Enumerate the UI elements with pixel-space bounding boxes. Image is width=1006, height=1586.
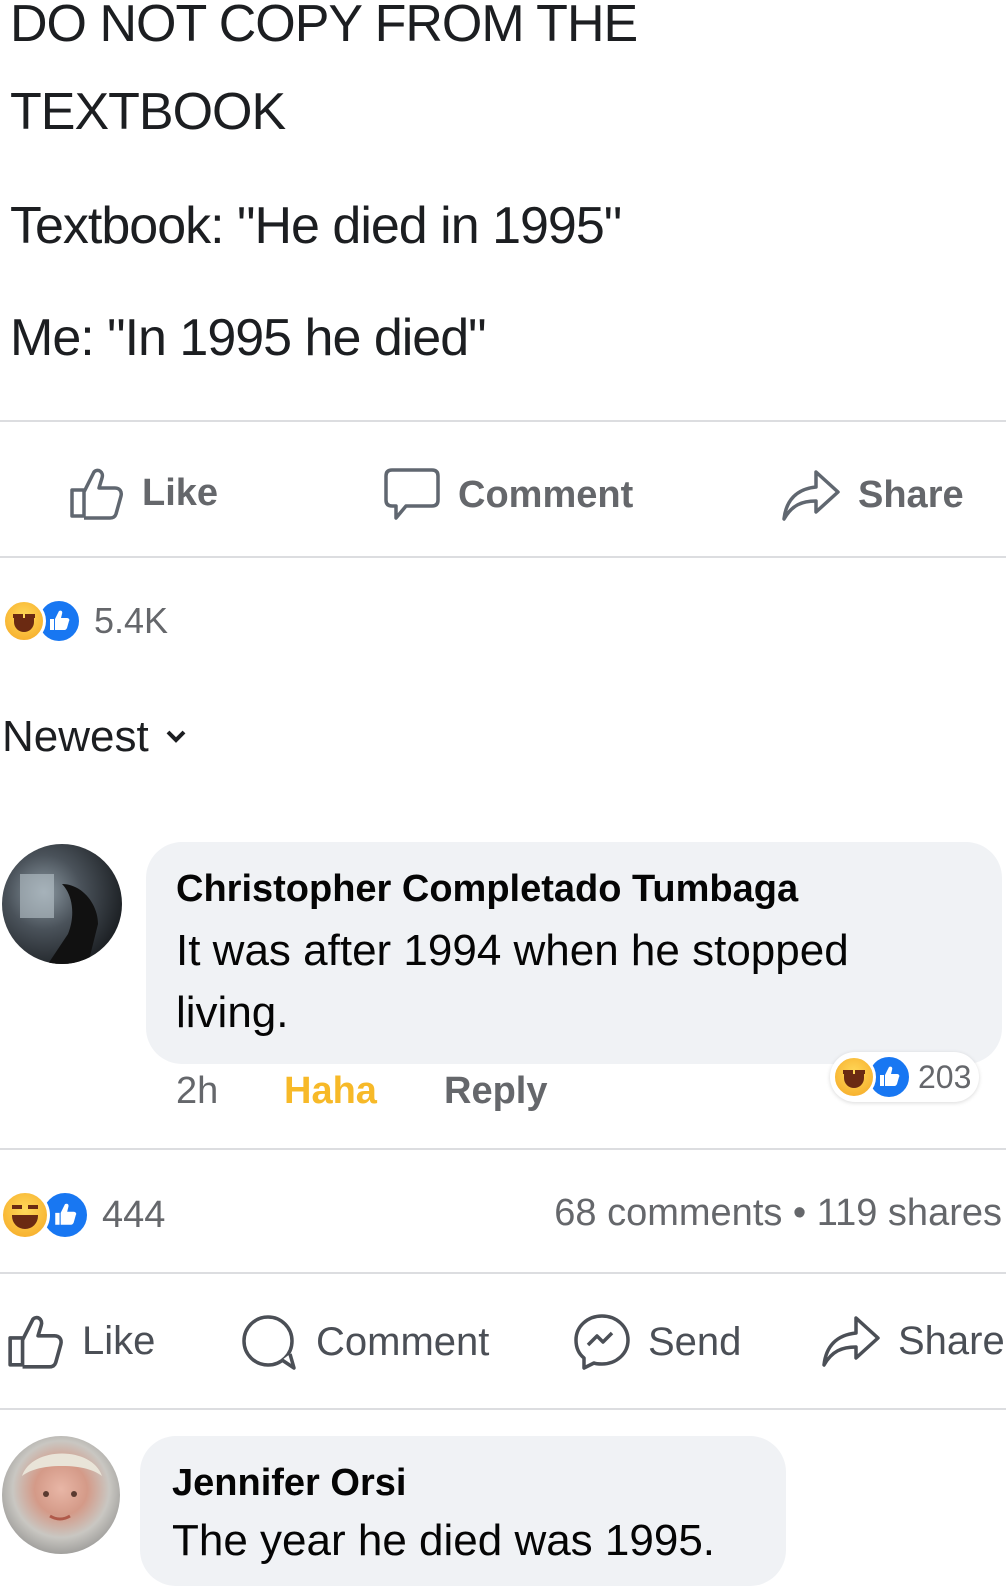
outer-share-label: Share xyxy=(898,1318,1005,1363)
post-text-line-2: TEXTBOOK xyxy=(10,83,286,141)
messenger-icon xyxy=(574,1314,630,1370)
outer-send-button[interactable]: Send xyxy=(572,1312,741,1372)
outer-like-button[interactable]: Like xyxy=(6,1312,155,1370)
inner-reactions[interactable]: 5.4K xyxy=(2,598,168,644)
comment-bubble-icon xyxy=(242,1315,296,1370)
comment-text: It was after 1994 when he stopped living… xyxy=(176,926,849,1037)
inner-reaction-count: 5.4K xyxy=(94,600,169,641)
outer-send-label: Send xyxy=(648,1319,742,1364)
inner-like-label: Like xyxy=(142,471,219,514)
divider xyxy=(0,420,1006,422)
sort-label: Newest xyxy=(2,712,149,761)
outer-share-button[interactable]: Share xyxy=(820,1312,1005,1370)
post-text-line-1: DO NOT COPY FROM THE xyxy=(10,0,638,53)
inner-like-button[interactable]: Like xyxy=(68,466,218,520)
comment-bubble: Jennifer Orsi The year he died was 1995. xyxy=(140,1436,786,1586)
comment-time: 2h xyxy=(176,1070,219,1112)
share-arrow-icon xyxy=(782,470,840,521)
haha-emoji-icon xyxy=(2,599,46,643)
comment-text: The year he died was 1995. xyxy=(172,1516,716,1565)
inner-share-label: Share xyxy=(858,473,964,516)
outer-like-label: Like xyxy=(82,1318,156,1363)
comments-shares-count[interactable]: 68 comments • 119 shares xyxy=(554,1192,1002,1235)
comment-bubble: Christopher Completado Tumbaga It was af… xyxy=(146,842,1002,1064)
outer-comment-label: Comment xyxy=(316,1319,490,1364)
comment-bubble-icon xyxy=(384,468,440,520)
comment-reply-button[interactable]: Reply xyxy=(444,1070,547,1113)
comment-reaction-count: 203 xyxy=(918,1058,972,1095)
outer-reactions[interactable]: 444 xyxy=(0,1190,165,1240)
comment-haha-button[interactable]: Haha xyxy=(284,1070,377,1113)
divider xyxy=(0,1148,1006,1150)
outer-comment-button[interactable]: Comment xyxy=(238,1312,489,1372)
divider xyxy=(0,1408,1006,1410)
sort-dropdown[interactable]: Newest xyxy=(2,712,187,762)
thumbs-up-icon xyxy=(70,468,123,520)
divider xyxy=(0,556,1006,558)
post-text-line-4: Me: "In 1995 he died" xyxy=(10,309,487,367)
haha-emoji-icon xyxy=(832,1055,876,1099)
post-text-line-3: Textbook: "He died in 1995" xyxy=(10,197,622,255)
outer-reaction-count: 444 xyxy=(102,1193,166,1236)
share-arrow-icon xyxy=(822,1316,880,1367)
avatar[interactable] xyxy=(2,844,122,964)
divider xyxy=(0,1272,1006,1274)
comment-author[interactable]: Jennifer Orsi xyxy=(172,1462,406,1505)
chevron-down-icon xyxy=(166,730,186,743)
thumbs-up-icon xyxy=(8,1315,63,1369)
haha-emoji-icon xyxy=(0,1190,50,1240)
inner-comment-button[interactable]: Comment xyxy=(382,466,633,524)
comment-author[interactable]: Christopher Completado Tumbaga xyxy=(176,868,798,911)
inner-share-button[interactable]: Share xyxy=(780,466,964,524)
inner-comment-label: Comment xyxy=(458,473,634,516)
comment-reactions[interactable]: 203 xyxy=(830,1052,980,1102)
avatar[interactable] xyxy=(2,1436,120,1554)
